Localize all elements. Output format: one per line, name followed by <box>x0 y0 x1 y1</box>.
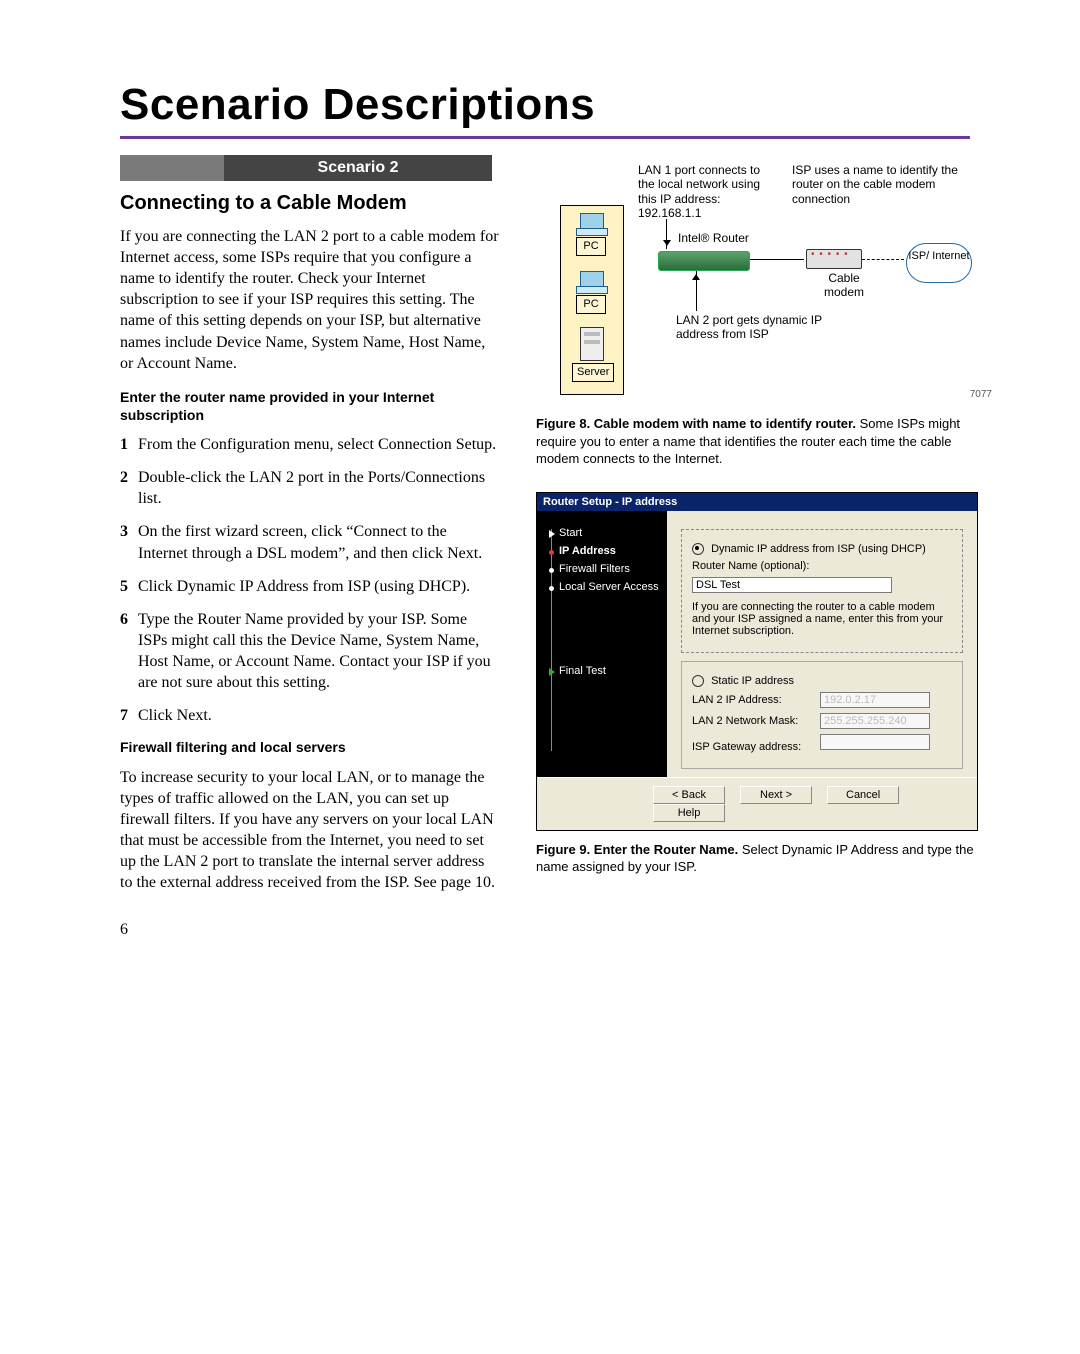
step: 1From the Configuration menu, select Con… <box>120 434 500 455</box>
section-heading: Connecting to a Cable Modem <box>120 191 500 216</box>
wizard-nav: Start IP Address Firewall Filters Local … <box>537 511 667 777</box>
lan1-text: LAN 1 port connects to the local network… <box>638 163 778 221</box>
lan2-ip-label: LAN 2 IP Address: <box>692 694 820 706</box>
router-name-input[interactable]: DSL Test <box>692 577 892 593</box>
gateway-label: ISP Gateway address: <box>692 741 820 753</box>
figure8-caption: Figure 8. Cable modem with name to ident… <box>536 415 996 468</box>
intro-paragraph: If you are connecting the LAN 2 port to … <box>120 226 500 374</box>
nav-firewall[interactable]: Firewall Filters <box>549 563 659 575</box>
pc-label: PC <box>576 295 606 314</box>
lan2-ip-input[interactable]: 192.0.2.17 <box>820 692 930 708</box>
server-label: Server <box>572 363 614 382</box>
cable-modem-label: Cable modem <box>814 271 874 300</box>
steps-list: 1From the Configuration menu, select Con… <box>120 434 500 726</box>
nav-final-test[interactable]: Final Test <box>549 665 659 677</box>
title-rule <box>120 136 970 139</box>
radio-static-ip[interactable] <box>692 675 704 687</box>
isp-text: ISP uses a name to identify the router o… <box>792 163 962 206</box>
cancel-button[interactable]: Cancel <box>827 786 899 804</box>
cloud-icon: ISP/ Internet <box>906 243 972 283</box>
dialog-title: Router Setup - IP address <box>537 493 977 511</box>
modem-icon <box>806 249 862 269</box>
subheading-firewall: Firewall filtering and local servers <box>120 738 500 756</box>
radio-dynamic-ip[interactable] <box>692 543 704 555</box>
step: 7Click Next. <box>120 705 500 726</box>
network-diagram: PC PC Server LAN 1 port connects to the … <box>536 163 996 403</box>
diagram-id: 7077 <box>970 389 992 401</box>
router-name-label: Router Name (optional): <box>692 560 952 572</box>
back-button[interactable]: < Back <box>653 786 725 804</box>
lan2-text: LAN 2 port gets dynamic IP address from … <box>676 313 846 342</box>
radio-static-label: Static IP address <box>711 675 794 687</box>
router-name-hint: If you are connecting the router to a ca… <box>692 601 952 637</box>
step: 2Double-click the LAN 2 port in the Port… <box>120 467 500 509</box>
nav-local-server[interactable]: Local Server Access <box>549 581 659 593</box>
nav-start[interactable]: Start <box>549 527 659 539</box>
step: 6Type the Router Name provided by your I… <box>120 609 500 693</box>
step: 3On the first wizard screen, click “Conn… <box>120 521 500 563</box>
nav-ip-address[interactable]: IP Address <box>549 545 659 557</box>
lan2-mask-label: LAN 2 Network Mask: <box>692 715 820 727</box>
pc-icon <box>576 271 606 293</box>
lan2-mask-input[interactable]: 255.255.255.240 <box>820 713 930 729</box>
gateway-input[interactable] <box>820 734 930 750</box>
radio-dynamic-label: Dynamic IP address from ISP (using DHCP) <box>711 543 926 555</box>
scenario-label: Scenario 2 <box>224 155 492 181</box>
step: 5Click Dynamic IP Address from ISP (usin… <box>120 576 500 597</box>
help-button[interactable]: Help <box>653 804 725 822</box>
scenario-bar: Scenario 2 <box>120 155 500 181</box>
pc-label: PC <box>576 237 606 256</box>
firewall-paragraph: To increase security to your local LAN, … <box>120 767 500 894</box>
figure9-caption: Figure 9. Enter the Router Name. Select … <box>536 841 996 876</box>
page-title: Scenario Descriptions <box>120 80 970 130</box>
page-number: 6 <box>120 921 500 939</box>
router-setup-dialog: Router Setup - IP address Start IP Addre… <box>536 492 978 831</box>
router-label: Intel® Router <box>678 231 749 245</box>
router-icon <box>658 251 750 271</box>
next-button[interactable]: Next > <box>740 786 812 804</box>
server-icon <box>580 327 604 361</box>
pc-icon <box>576 213 606 235</box>
subheading-router-name: Enter the router name provided in your I… <box>120 388 500 424</box>
